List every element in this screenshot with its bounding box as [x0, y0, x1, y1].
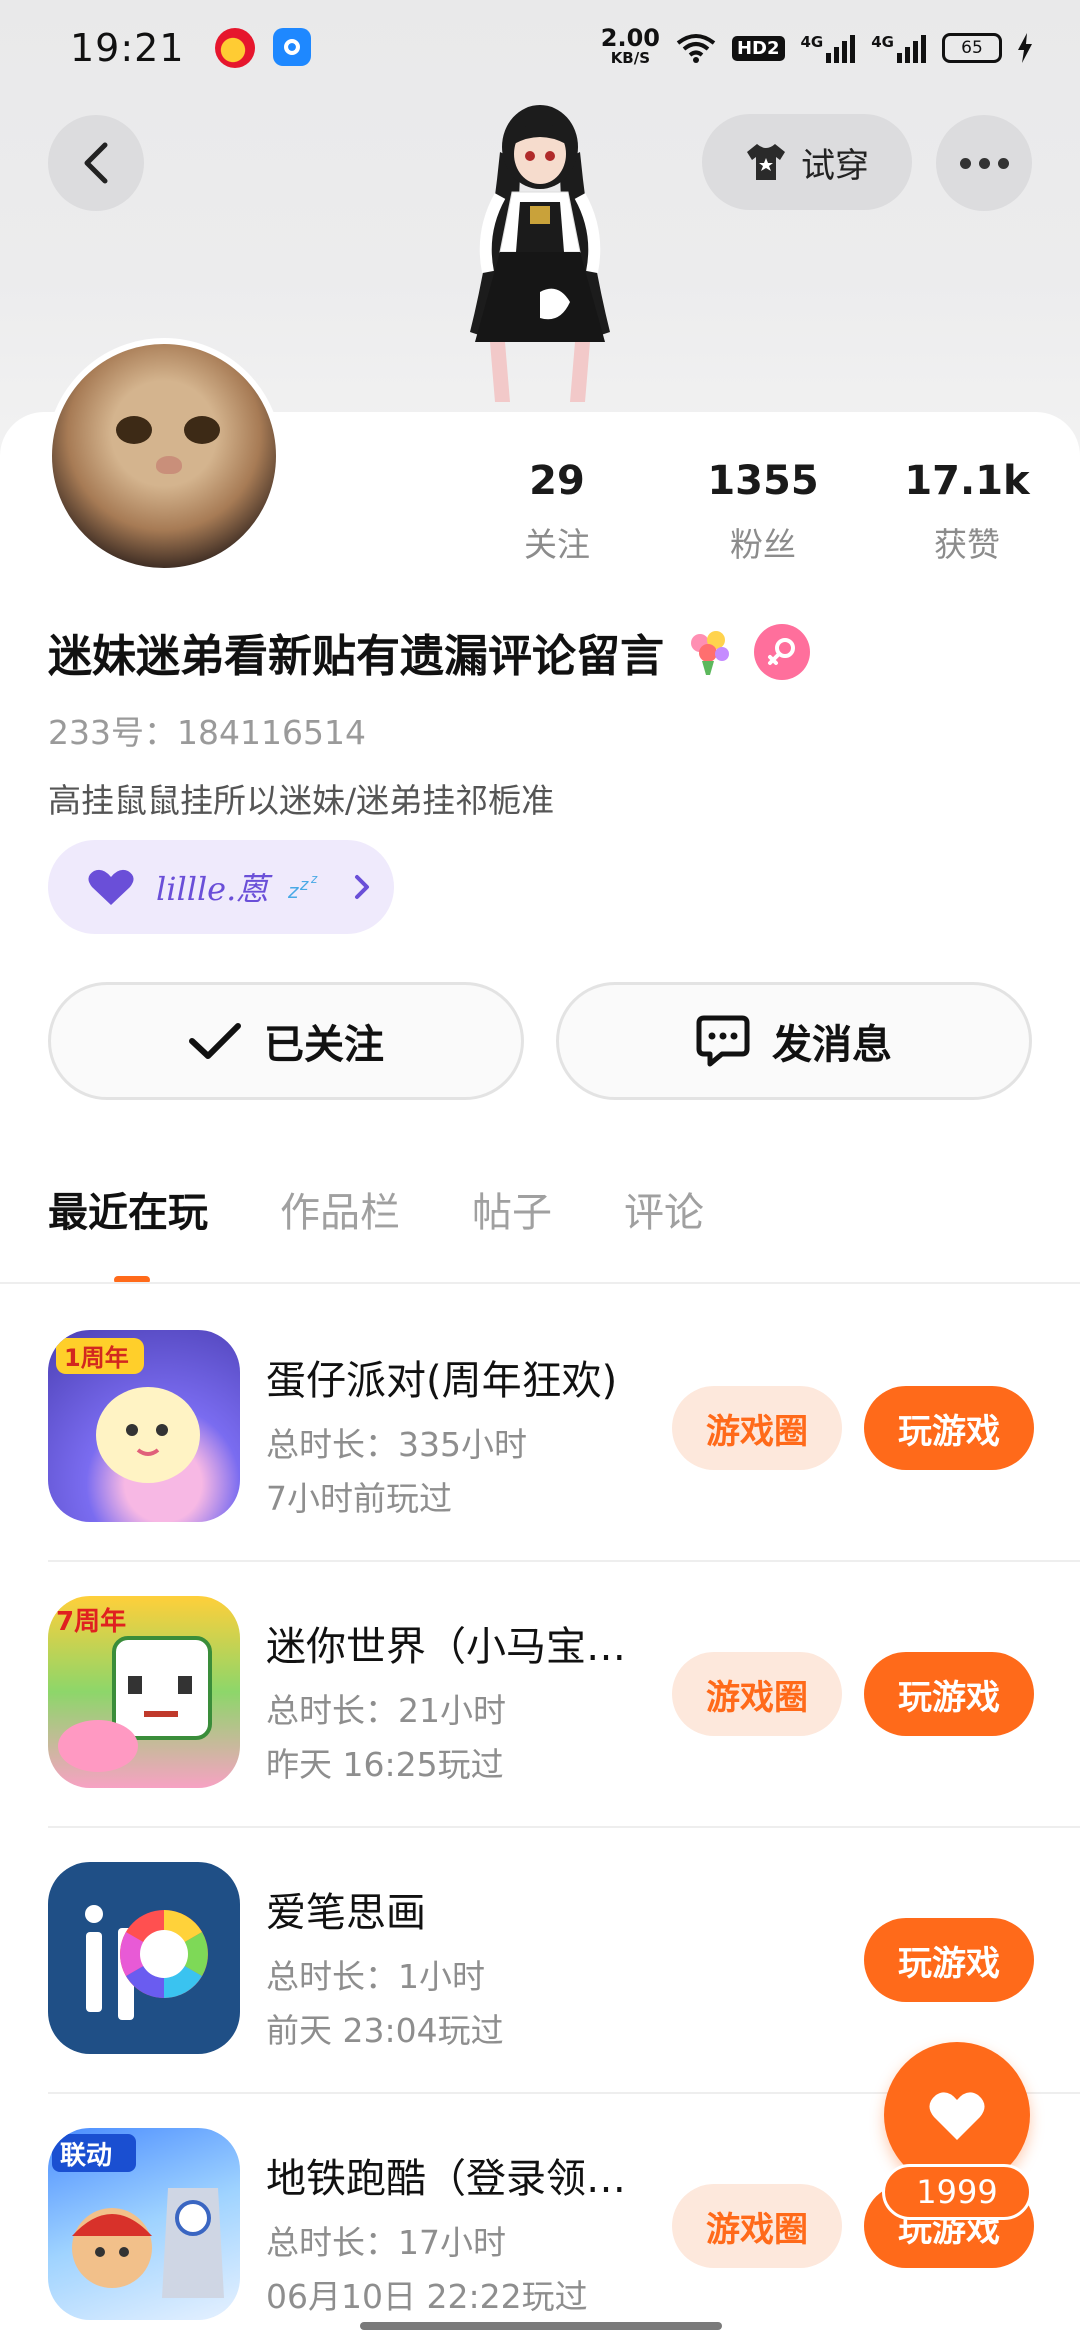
tab-posts[interactable]: 帖子 — [472, 1180, 552, 1238]
battery-icon: 65 — [942, 33, 1002, 63]
stat-followers[interactable]: 1355 粉丝 — [678, 458, 848, 566]
hd-voice-badge: HD2 — [731, 35, 785, 61]
stat-following[interactable]: 29 关注 — [472, 458, 642, 566]
check-icon — [189, 1023, 241, 1059]
game-last-played: 昨天 16:25玩过 — [266, 1745, 504, 1784]
game-title: 蛋仔派对(周年狂欢) — [266, 1358, 618, 1404]
signal-1-label: 4G — [800, 33, 824, 51]
game-icon-eggy-party[interactable]: 1周年 — [48, 1330, 240, 1522]
user-id: 233号：184116514 — [48, 713, 366, 752]
nickname-row: 迷妹迷弟看新贴有遗漏评论留言 — [48, 620, 810, 684]
stat-likes-value: 17.1k — [904, 458, 1030, 504]
game-list-item[interactable]: 1周年 蛋仔派对(周年狂欢) 总时长：335小时 7小时前玩过 游戏圈 玩游戏 — [48, 1330, 1080, 1596]
game-icon-subway-surfers[interactable]: 联动 — [48, 2128, 240, 2320]
game-icon-badge: 1周年 — [64, 1344, 129, 1372]
weibo-icon — [214, 28, 255, 68]
game-last-played: 7小时前玩过 — [266, 1479, 452, 1518]
send-message-label: 发消息 — [772, 1022, 892, 1068]
network-speed: 2.00 KB/S — [600, 24, 660, 68]
row-divider — [48, 1560, 1080, 1562]
game-circle-button[interactable]: 游戏圈 — [672, 2184, 842, 2268]
game-last-played: 前天 23:04玩过 — [266, 2011, 504, 2050]
more-dot — [959, 157, 971, 169]
game-duration: 总时长：335小时 — [266, 1425, 527, 1464]
svg-text:z: z — [310, 872, 318, 886]
svg-text:z: z — [288, 879, 299, 902]
stat-followers-value: 1355 — [707, 458, 819, 504]
stat-following-value: 29 — [529, 458, 585, 504]
zzz-icon: z z z — [288, 872, 318, 902]
female-gender-icon — [754, 624, 810, 680]
followed-label: 已关注 — [264, 1022, 384, 1068]
tshirt-icon — [747, 144, 785, 180]
game-last-played: 06月10日 22:22玩过 — [266, 2277, 588, 2316]
signal-icon-1: 4G — [801, 33, 856, 63]
fan-badge-button[interactable]: lillle.蒽 z z z — [48, 840, 394, 934]
signal-icon-2: 4G — [871, 33, 926, 63]
tab-comments[interactable]: 评论 — [624, 1180, 704, 1238]
avatar-eye — [116, 416, 152, 444]
status-time: 19:21 — [70, 26, 185, 70]
battery-level: 65 — [961, 38, 983, 58]
try-on-button[interactable]: 试穿 — [702, 114, 912, 210]
like-count: 1999 — [882, 2164, 1032, 2220]
bio: 高挂鼠鼠挂所以迷妹/迷弟挂祁栀准 — [48, 781, 555, 820]
network-speed-unit: KB/S — [610, 49, 651, 67]
home-indicator[interactable] — [360, 2322, 722, 2330]
send-message-button[interactable]: 发消息 — [556, 982, 1032, 1100]
more-dot — [997, 157, 1009, 169]
row-divider — [48, 1826, 1080, 1828]
avatar-eye — [184, 416, 220, 444]
status-bar: 19:21 2.00 KB/S HD2 4G 4G 65 — [0, 0, 1080, 96]
charging-icon — [1018, 33, 1032, 63]
game-icon-ibispaint[interactable] — [48, 1862, 240, 2054]
play-game-button[interactable]: 玩游戏 — [864, 1918, 1034, 2002]
profile-stats: 29 关注 1355 粉丝 17.1k 获赞 — [0, 458, 1080, 568]
nickname: 迷妹迷弟看新贴有遗漏评论留言 — [48, 631, 664, 682]
heart-icon — [88, 869, 134, 905]
network-speed-value: 2.00 — [600, 24, 660, 52]
game-circle-button[interactable]: 游戏圈 — [672, 1652, 842, 1736]
wifi-icon — [676, 34, 716, 63]
tab-works[interactable]: 作品栏 — [280, 1180, 400, 1238]
game-title: 地铁跑酷（登录领… — [266, 2156, 626, 2202]
game-duration: 总时长：17小时 — [266, 2223, 506, 2262]
svg-text:z: z — [299, 875, 309, 894]
tab-recently-played[interactable]: 最近在玩 — [48, 1180, 208, 1284]
app-notification-icon — [272, 28, 311, 66]
game-icon-mini-world[interactable]: 7周年 — [48, 1596, 240, 1788]
chevron-right-icon — [355, 875, 370, 899]
stat-followers-label: 粉丝 — [730, 525, 796, 564]
game-list-item[interactable]: 7周年 迷你世界（小马宝… 总时长：21小时 昨天 16:25玩过 游戏圈 玩游… — [48, 1596, 1080, 1862]
game-icon-badge: 联动 — [60, 2141, 112, 2171]
notification-icons — [214, 28, 311, 68]
back-button[interactable] — [48, 115, 144, 211]
back-arrow-icon — [84, 142, 108, 184]
fan-badge-text: lillle.蒽 — [156, 870, 269, 908]
try-on-label: 试穿 — [801, 145, 869, 186]
chat-bubble-icon — [696, 1015, 750, 1067]
game-duration: 总时长：21小时 — [266, 1691, 506, 1730]
stat-likes-label: 获赞 — [934, 525, 1000, 564]
stat-likes[interactable]: 17.1k 获赞 — [882, 458, 1052, 566]
play-game-button[interactable]: 玩游戏 — [864, 1652, 1034, 1736]
tabs-divider — [0, 1282, 1080, 1284]
play-game-button[interactable]: 玩游戏 — [864, 1386, 1034, 1470]
profile-tabs: 最近在玩 作品栏 帖子 评论 — [48, 1180, 704, 1284]
game-title: 迷你世界（小马宝… — [266, 1624, 626, 1670]
dressup-character[interactable] — [430, 92, 650, 412]
more-options-button[interactable] — [936, 115, 1032, 211]
more-dot — [978, 157, 990, 169]
followed-button[interactable]: 已关注 — [48, 982, 524, 1100]
game-title: 爱笔思画 — [266, 1890, 426, 1936]
signal-2-label: 4G — [871, 33, 894, 51]
stat-following-label: 关注 — [524, 525, 590, 564]
bouquet-icon — [691, 631, 729, 675]
game-icon-badge: 7周年 — [56, 1606, 126, 1637]
heart-icon — [929, 2092, 985, 2140]
game-duration: 总时长：1小时 — [266, 1957, 485, 1996]
game-circle-button[interactable]: 游戏圈 — [672, 1386, 842, 1470]
status-indicators: 2.00 KB/S HD2 4G 4G 65 — [600, 24, 1032, 68]
